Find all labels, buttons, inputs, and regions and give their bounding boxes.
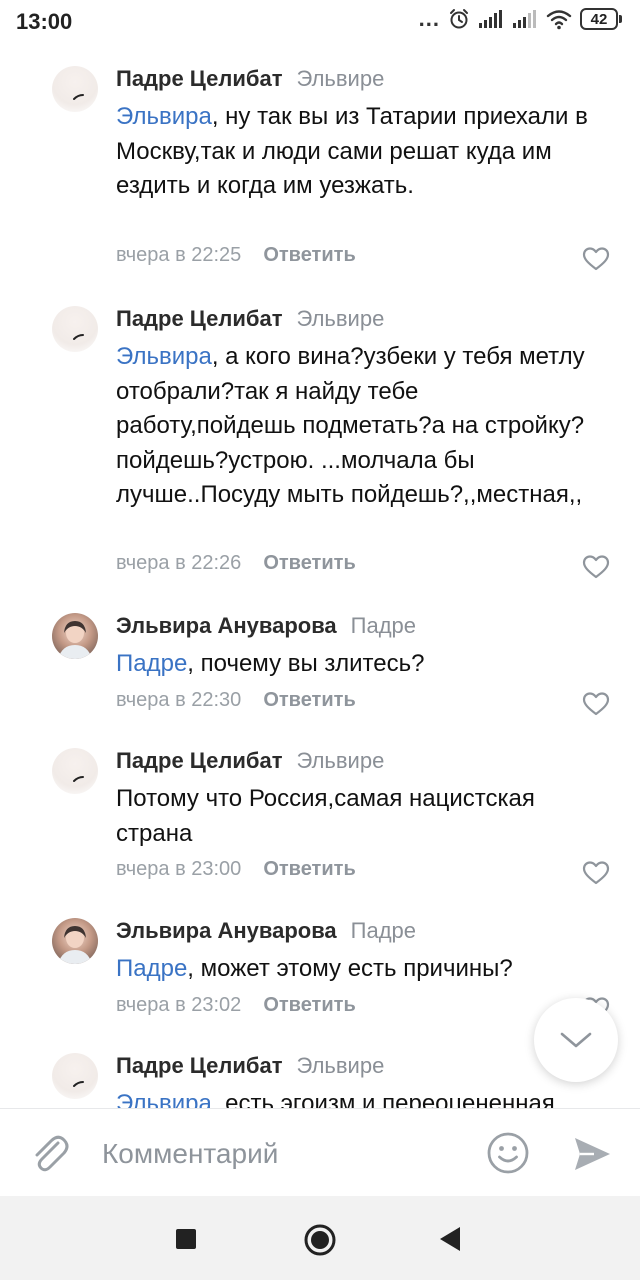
comment-item: Падре Целибат Эльвире Потому что Россия,с… [0, 738, 640, 913]
avatar-mark-icon [73, 334, 84, 340]
reply-button[interactable]: Ответить [263, 689, 355, 711]
chevron-down-icon [560, 1032, 592, 1048]
heart-icon[interactable] [582, 246, 610, 272]
comment-text: Потому что Россия,самая нацистская стран… [116, 782, 596, 851]
back-icon[interactable] [438, 1226, 462, 1252]
heart-icon[interactable] [582, 691, 610, 717]
comment-body: Потому что Россия,самая нацистская стран… [116, 785, 535, 847]
status-icons: ... 42 [419, 8, 622, 30]
comment-meta: вчера в 23:00 Ответить [116, 858, 356, 881]
avatar[interactable] [52, 306, 98, 352]
avatar[interactable] [52, 613, 98, 659]
mention-link[interactable]: Эльвира [116, 343, 212, 370]
comment-time: вчера в 22:25 [116, 244, 242, 266]
avatar[interactable] [52, 748, 98, 794]
avatar[interactable] [52, 918, 98, 964]
reply-to[interactable]: Падре [351, 918, 416, 943]
battery-level: 42 [580, 8, 618, 30]
author-line: Эльвира Ануварова Падре [116, 916, 416, 946]
reply-button[interactable]: Ответить [263, 552, 355, 574]
reply-to[interactable]: Эльвире [296, 1053, 384, 1078]
author-line: Эльвира Ануварова Падре [116, 611, 416, 641]
emoji-icon[interactable] [486, 1131, 530, 1175]
author-line: Падре Целибат Эльвире [116, 304, 384, 334]
avatar-mark-icon [73, 1081, 84, 1087]
battery-tip [619, 15, 622, 23]
avatar-mark-icon [73, 94, 84, 100]
reply-to[interactable]: Падре [351, 613, 416, 638]
author-line: Падре Целибат Эльвире [116, 64, 384, 94]
author-name[interactable]: Падре Целибат [116, 66, 282, 91]
comment-text: Эльвира, ну так вы из Татарии приехали в… [116, 100, 596, 204]
avatar-mark-icon [73, 776, 84, 782]
comment-text: Падре, может этому есть причины? [116, 952, 596, 987]
scroll-down-button[interactable] [534, 998, 618, 1082]
avatar[interactable] [52, 66, 98, 112]
reply-button[interactable]: Ответить [263, 994, 355, 1016]
comment-body: , может этому есть причины? [187, 955, 513, 982]
comment-input[interactable] [100, 1127, 474, 1181]
signal-icon [513, 10, 536, 28]
author-line: Падре Целибат Эльвире [116, 1051, 384, 1081]
mention-link[interactable]: Эльвира [116, 1090, 212, 1110]
system-navigation-bar [0, 1196, 640, 1280]
reply-button[interactable]: Ответить [263, 858, 355, 880]
mention-link[interactable]: Падре [116, 650, 187, 677]
home-icon[interactable] [303, 1223, 337, 1257]
comment-meta: вчера в 22:26 Ответить [116, 552, 356, 575]
author-name[interactable]: Падре Целибат [116, 748, 282, 773]
send-icon[interactable] [572, 1135, 612, 1173]
status-time: 13:00 [16, 9, 73, 34]
mention-link[interactable]: Эльвира [116, 103, 212, 130]
reply-to[interactable]: Эльвире [296, 748, 384, 773]
comment-time: вчера в 22:30 [116, 689, 242, 711]
comment-time: вчера в 23:00 [116, 858, 242, 880]
reply-to[interactable]: Эльвире [296, 306, 384, 331]
comment-item: Падре Целибат Эльвире Эльвира, ну так вы … [0, 56, 640, 296]
author-name[interactable]: Эльвира Ануварова [116, 918, 337, 943]
comment-text: Эльвира, а кого вина?узбеки у тебя метлу… [116, 340, 596, 513]
status-bar: 13:00 ... 42 [0, 0, 640, 46]
recent-apps-icon[interactable] [175, 1228, 197, 1250]
heart-icon[interactable] [582, 860, 610, 886]
profile-photo-icon [58, 621, 92, 659]
comment-composer [0, 1108, 640, 1197]
mention-link[interactable]: Падре [116, 955, 187, 982]
comment-meta: вчера в 23:02 Ответить [116, 994, 356, 1017]
author-name[interactable]: Эльвира Ануварова [116, 613, 337, 638]
author-name[interactable]: Падре Целибат [116, 306, 282, 331]
author-line: Падре Целибат Эльвире [116, 746, 384, 776]
battery-icon: 42 [580, 8, 622, 30]
alarm-icon [450, 9, 468, 29]
author-name[interactable]: Падре Целибат [116, 1053, 282, 1078]
profile-photo-icon [58, 926, 92, 964]
heart-icon[interactable] [582, 554, 610, 580]
comment-meta: вчера в 22:25 Ответить [116, 244, 356, 267]
comment-body: , почему вы злитесь? [187, 650, 425, 677]
comments-feed[interactable]: Падре Целибат Эльвире Эльвира, ну так вы … [0, 46, 640, 1110]
status-dots: ... [418, 6, 440, 31]
reply-button[interactable]: Ответить [263, 244, 355, 266]
comment-body: , есть,эгоизм и переоцененная [211, 1090, 555, 1110]
comment-time: вчера в 22:26 [116, 552, 242, 574]
screen: 13:00 ... 42 Падре Целибат Эльвире Эльви… [0, 0, 640, 1280]
comment-item: Эльвира Ануварова Падре Падре, почему вы … [0, 603, 640, 743]
comment-meta: вчера в 22:30 Ответить [116, 689, 356, 712]
avatar[interactable] [52, 1053, 98, 1099]
paperclip-icon[interactable] [28, 1131, 72, 1175]
signal-icon [479, 10, 502, 28]
comment-text: Эльвира, есть,эгоизм и переоцененная [116, 1087, 596, 1110]
comment-time: вчера в 23:02 [116, 994, 242, 1016]
reply-to[interactable]: Эльвире [296, 66, 384, 91]
comment-item: Падре Целибат Эльвире Эльвира, а кого вин… [0, 296, 640, 606]
comment-text: Падре, почему вы злитесь? [116, 647, 596, 682]
wifi-icon [546, 10, 572, 30]
